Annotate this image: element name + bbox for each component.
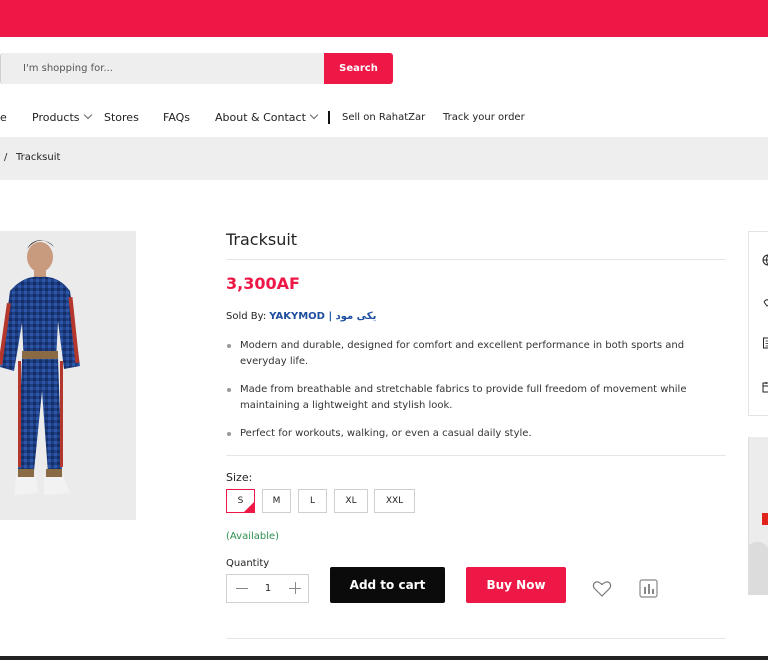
add-to-cart-button[interactable]: Add to cart	[330, 567, 445, 603]
sold-by: Sold By: YAKYMOD | یکی مود	[226, 311, 376, 322]
promo-banner-image	[749, 437, 768, 595]
size-option-s[interactable]: S	[226, 489, 255, 513]
compare-icon[interactable]	[639, 579, 658, 598]
document-icon	[762, 334, 768, 349]
search-button[interactable]: Search	[324, 53, 393, 84]
feature-item: Made from breathable and stretchable fab…	[226, 382, 696, 414]
top-bar	[0, 0, 768, 37]
tracksuit-model-image	[0, 240, 80, 495]
breadcrumb-current: Tracksuit	[16, 152, 61, 163]
feature-item: Modern and durable, designed for comfort…	[226, 338, 696, 370]
main-nav: e Products Stores FAQs About & Contact S…	[0, 108, 768, 128]
sold-by-label: Sold By:	[226, 311, 267, 322]
nav-divider	[328, 111, 330, 124]
availability-status: (Available)	[226, 531, 280, 542]
minus-icon[interactable]	[234, 581, 250, 597]
breadcrumb-separator: /	[4, 152, 8, 163]
plus-icon[interactable]	[287, 581, 303, 597]
footer-edge	[0, 656, 768, 660]
nav-item-home[interactable]: e	[0, 111, 7, 124]
product-price: 3,300AF	[226, 274, 300, 293]
promo-banner[interactable]	[748, 437, 768, 595]
vendor-link[interactable]: YAKYMOD | یکی مود	[269, 311, 376, 322]
size-option-m[interactable]: M	[262, 489, 291, 513]
nav-item-faqs[interactable]: FAQs	[163, 111, 190, 124]
nav-item-label: About & Contact	[215, 111, 306, 124]
size-option-xl[interactable]: XL	[334, 489, 368, 513]
chevron-down-icon	[309, 110, 319, 120]
calendar-icon	[762, 378, 768, 393]
globe-icon	[762, 251, 768, 266]
size-option-l[interactable]: L	[298, 489, 327, 513]
quantity-label: Quantity	[226, 558, 270, 569]
heart-icon[interactable]	[592, 580, 612, 598]
nav-item-sell[interactable]: Sell on RahatZar	[342, 112, 425, 123]
size-option-xxl[interactable]: XXL	[374, 489, 415, 513]
product-image[interactable]	[0, 231, 136, 520]
hand-icon	[762, 292, 768, 307]
shop-info-panel	[748, 231, 768, 416]
divider	[226, 259, 726, 260]
nav-item-track-order[interactable]: Track your order	[443, 112, 525, 123]
feature-item: Perfect for workouts, walking, or even a…	[226, 426, 696, 442]
nav-item-about-contact[interactable]: About & Contact	[215, 110, 319, 124]
nav-item-products[interactable]: Products	[32, 110, 92, 124]
nav-item-stores[interactable]: Stores	[104, 111, 139, 124]
breadcrumb: / Tracksuit	[0, 137, 768, 180]
feature-list: Modern and durable, designed for comfort…	[226, 338, 696, 454]
buy-now-button[interactable]: Buy Now	[466, 567, 566, 603]
quantity-value[interactable]: 1	[257, 583, 279, 594]
size-label: Size:	[226, 471, 253, 484]
chevron-down-icon	[83, 110, 92, 120]
product-title: Tracksuit	[226, 230, 298, 249]
divider	[226, 455, 726, 456]
divider	[226, 638, 726, 639]
quantity-stepper: 1	[226, 574, 309, 603]
search-bar: Search	[0, 53, 393, 84]
nav-item-label: Products	[32, 111, 80, 124]
search-input[interactable]	[0, 53, 324, 84]
